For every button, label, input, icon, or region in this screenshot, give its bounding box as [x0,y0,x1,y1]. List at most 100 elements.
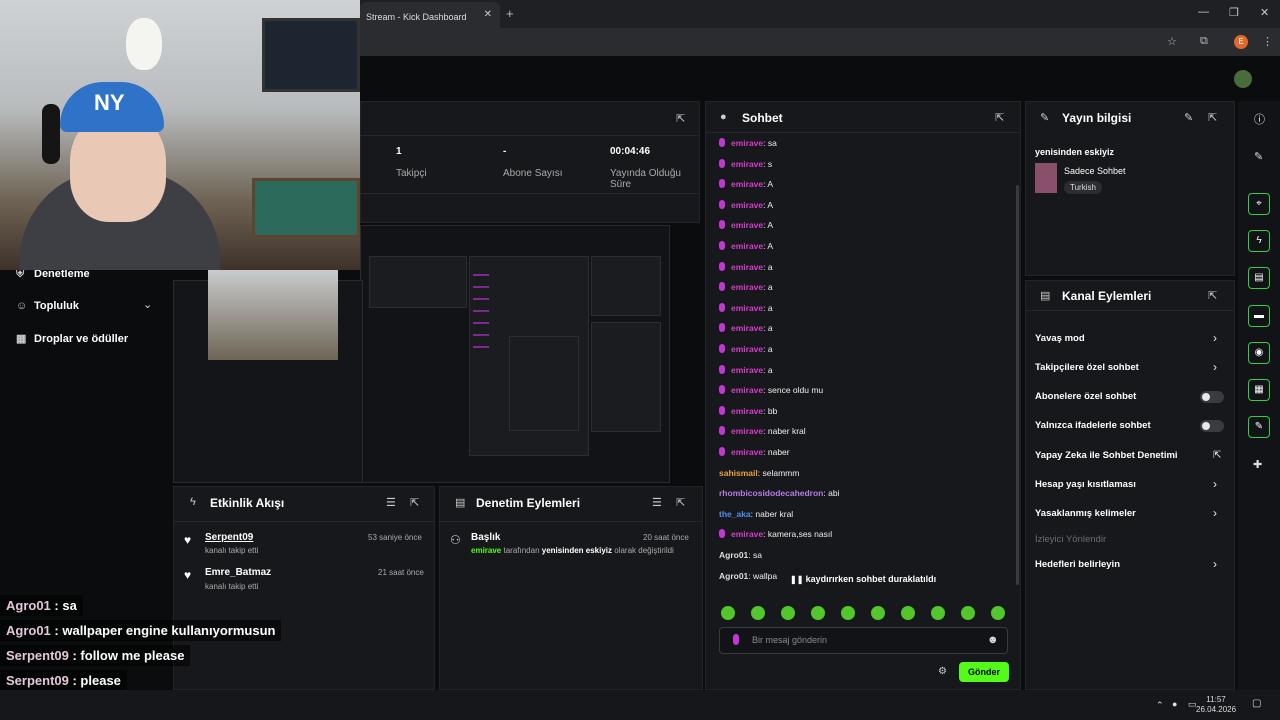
settings-gear-icon[interactable]: ⚙ [938,666,947,677]
chat-username[interactable]: rhombicosidodecahedron [719,488,823,498]
rail-button[interactable]: ✎ [1248,416,1270,438]
edit-pencil-icon[interactable]: ✎ [1184,111,1193,124]
info-icon[interactable]: ⓘ [1254,111,1265,127]
new-tab-button[interactable]: + [506,6,514,21]
activity-user[interactable]: Serpent09 [205,532,253,543]
emote-icon[interactable] [991,606,1005,620]
channel-action-item[interactable]: Yavaş mod [1035,333,1085,344]
chat-username[interactable]: emirave [731,138,763,148]
chat-username[interactable]: emirave [731,385,763,395]
chat-scrollbar[interactable] [1016,185,1019,585]
chat-message: emirave: s [719,158,772,169]
rail-button[interactable]: ▬ [1248,305,1270,327]
emote-icon[interactable] [781,606,795,620]
browser-tab[interactable]: Stream - Kick Dashboard ✕ [360,2,500,28]
chat-username[interactable]: emirave [731,241,763,251]
edit-pencil-icon[interactable]: ✎ [1254,150,1263,163]
send-button[interactable]: Gönder [959,662,1009,682]
profile-avatar[interactable]: E [1234,35,1248,49]
chat-username[interactable]: emirave [731,426,763,436]
chat-username[interactable]: emirave [731,447,763,457]
popout-icon[interactable]: ⇱ [1208,289,1217,302]
user-avatar[interactable] [1234,70,1252,88]
emoji-icon[interactable]: ☻ [987,634,999,646]
nav-drops[interactable]: ▦ Droplar ve ödüller [16,332,128,345]
chat-username[interactable]: emirave [731,179,763,189]
rail-button[interactable]: ϟ [1248,230,1270,252]
emote-icon[interactable] [751,606,765,620]
chat-username[interactable]: emirave [731,365,763,375]
emote-icon[interactable] [931,606,945,620]
minimize-button[interactable]: — [1198,6,1209,18]
chat-username[interactable]: emirave [731,406,763,416]
rail-button[interactable]: ▤ [1248,267,1270,289]
maximize-button[interactable]: ❐ [1229,6,1239,19]
channel-action-item[interactable]: Yalnızca ifadelerle sohbet [1035,420,1151,431]
external-link-icon[interactable]: ⇱ [1213,450,1221,461]
tray-chevron-icon[interactable]: ⌃ [1156,700,1164,711]
emote-icon[interactable] [961,606,975,620]
emote-icon[interactable] [841,606,855,620]
extensions-icon[interactable]: ⧉ [1200,35,1208,48]
add-widget-icon[interactable]: ✚ [1253,458,1262,471]
activity-user[interactable]: Emre_Batmaz [205,567,271,578]
bookmark-star-icon[interactable]: ☆ [1167,35,1177,48]
chat-message: emirave: bb [719,405,777,416]
popout-icon[interactable]: ⇱ [676,112,685,125]
channel-action-item[interactable]: Yapay Zeka ile Sohbet Denetimi [1035,450,1178,461]
chat-username[interactable]: emirave [731,159,763,169]
chat-username[interactable]: emirave [731,200,763,210]
rail-button[interactable]: ▦ [1248,379,1270,401]
emote-icon[interactable] [721,606,735,620]
emote-icon[interactable] [811,606,825,620]
mic-badge-icon [719,426,725,436]
chat-username[interactable]: sahismail [719,468,758,478]
rail-button[interactable]: ⌖ [1248,193,1270,215]
chat-username[interactable]: emirave [731,323,763,333]
popout-icon[interactable]: ⇱ [410,496,419,509]
chat-username[interactable]: emirave [731,344,763,354]
chevron-right-icon[interactable]: › [1213,360,1217,374]
chat-paused-notice[interactable]: ❚❚ kaydırırken sohbet duraklatıldı [790,574,936,584]
address-bar[interactable] [360,28,1280,56]
channel-action-item[interactable]: Takipçilere özel sohbet [1035,362,1139,373]
chat-username[interactable]: emirave [731,303,763,313]
tab-close-icon[interactable]: ✕ [484,9,492,20]
filter-icon[interactable]: ☰ [652,496,662,509]
emote-icon[interactable] [901,606,915,620]
chevron-right-icon[interactable]: › [1213,331,1217,345]
mic-badge-icon [719,447,725,456]
channel-action-item[interactable]: İzleyici Yönlendir [1035,534,1106,545]
close-window-button[interactable]: ✕ [1260,6,1269,19]
chat-username[interactable]: emirave [731,529,763,539]
clock[interactable]: 11:57 26.04.2026 [1196,695,1236,715]
chat-username[interactable]: Agro01 [719,571,748,581]
chat-username[interactable]: emirave [731,220,763,230]
chevron-right-icon[interactable]: › [1213,477,1217,491]
chat-username[interactable]: emirave [731,262,763,272]
chevron-right-icon[interactable]: › [1213,506,1217,520]
chevron-down-icon[interactable]: ⌄ [143,298,152,311]
popout-icon[interactable]: ⇱ [676,496,685,509]
nav-community[interactable]: ☺ Topluluk [16,300,79,312]
rail-button[interactable]: ◉ [1248,342,1270,364]
popout-icon[interactable]: ⇱ [995,111,1004,124]
channel-action-item[interactable]: Hedefleri belirleyin [1035,559,1120,570]
channel-action-item[interactable]: Abonelere özel sohbet [1035,391,1136,402]
browser-menu-icon[interactable]: ⋮ [1262,35,1273,48]
filter-icon[interactable]: ☰ [386,496,396,509]
channel-action-item[interactable]: Yasaklanmış kelimeler [1035,508,1136,519]
chat-username[interactable]: Agro01 [719,550,748,560]
emote-icon[interactable] [871,606,885,620]
toggle-switch[interactable] [1200,391,1224,403]
chat-username[interactable]: emirave [731,282,763,292]
microphone-icon[interactable]: ● [1172,699,1177,709]
chat-username[interactable]: the_aka [719,509,751,519]
toggle-switch[interactable] [1200,420,1224,432]
popout-icon[interactable]: ⇱ [1208,111,1217,124]
channel-action-item[interactable]: Hesap yaşı kısıtlaması [1035,479,1136,490]
preview-webcam [208,270,338,360]
notification-icon[interactable]: ▢ [1252,698,1261,709]
gift-icon: ▦ [16,333,27,345]
chevron-right-icon[interactable]: › [1213,557,1217,571]
